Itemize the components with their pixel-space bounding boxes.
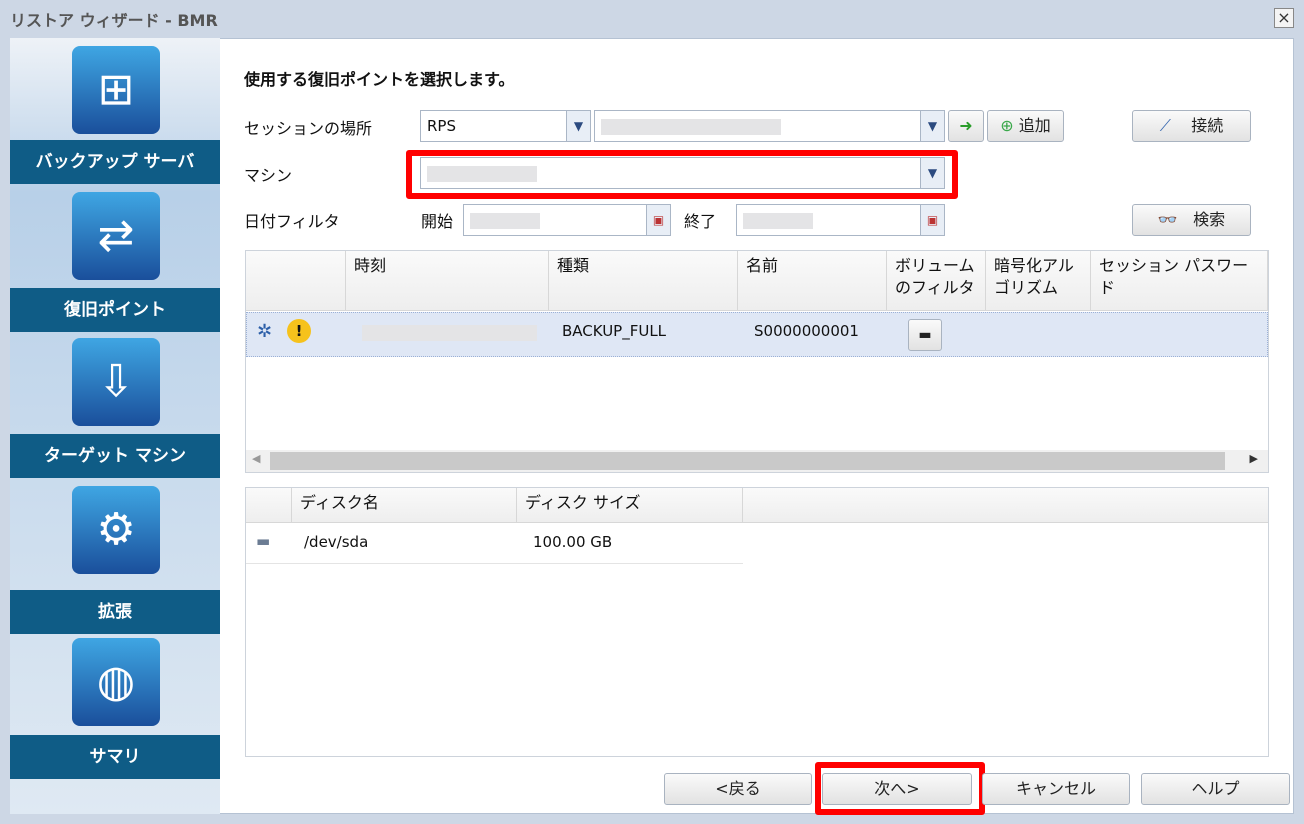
- col-disk-size[interactable]: ディスク サイズ: [517, 488, 743, 522]
- window-title: リストア ウィザード - BMR: [10, 11, 218, 30]
- start-label: 開始: [421, 212, 454, 231]
- date-filter-label: 日付フィルタ: [244, 212, 340, 231]
- arrow-right-icon: ➜: [959, 116, 973, 135]
- session-location-label: セッションの場所: [244, 119, 373, 138]
- calendar-icon[interactable]: ▣: [920, 205, 944, 235]
- search-button[interactable]: 👓 検索: [1132, 204, 1251, 236]
- col-disk-name[interactable]: ディスク名: [292, 488, 517, 522]
- plug-icon: ⟋: [1159, 116, 1171, 135]
- step-summary[interactable]: サマリ: [10, 735, 220, 779]
- binoculars-icon: 👓: [1157, 210, 1178, 229]
- col-encryption[interactable]: 暗号化アル ゴリズム: [986, 251, 1091, 310]
- step-recovery-point[interactable]: 復旧ポイント: [10, 288, 220, 332]
- disks-table: ディスク名 ディスク サイズ ▬ /dev/sda 100.00 GB: [245, 487, 1269, 757]
- machine-label: マシン: [244, 166, 293, 185]
- go-arrow-button[interactable]: ➜: [948, 110, 984, 142]
- plus-circle-icon: ⊕: [1000, 116, 1014, 135]
- start-date-field[interactable]: ▣: [463, 204, 671, 236]
- col-name[interactable]: 名前: [738, 251, 887, 310]
- arrows-exchange-icon: ⇄: [72, 192, 160, 280]
- cancel-button[interactable]: キャンセル: [982, 773, 1130, 805]
- connect-button[interactable]: ⟋ 接続: [1132, 110, 1251, 142]
- col-session-password[interactable]: セッション パスワー ド: [1091, 251, 1268, 310]
- page-heading: 使用する復旧ポイントを選択します。: [244, 70, 515, 89]
- row-type: BACKUP_FULL: [562, 322, 667, 340]
- col-time[interactable]: 時刻: [346, 251, 549, 310]
- globe-icon: ◍: [72, 638, 160, 726]
- highlight-box: [406, 150, 958, 199]
- highlight-box: [815, 762, 985, 815]
- chevron-down-icon[interactable]: ▼: [920, 111, 944, 141]
- recovery-point-icon: ✲: [257, 321, 273, 342]
- horizontal-scrollbar[interactable]: ◀ ▶: [246, 450, 1268, 472]
- col-type[interactable]: 種類: [549, 251, 738, 310]
- step-backup-server[interactable]: バックアップ サーバ: [10, 140, 220, 184]
- disk-size: 100.00 GB: [533, 533, 613, 551]
- disk-row[interactable]: ▬ /dev/sda 100.00 GB: [246, 524, 743, 564]
- volume-filter-button[interactable]: ▬: [908, 319, 942, 351]
- session-type-select[interactable]: RPS ▼: [420, 110, 591, 142]
- session-type-value: RPS: [427, 117, 456, 135]
- row-name: S0000000001: [754, 322, 859, 340]
- end-label: 終了: [684, 212, 717, 231]
- warning-icon: !: [287, 319, 311, 343]
- back-button[interactable]: <戻る: [664, 773, 812, 805]
- table-row[interactable]: ✲ ! BACKUP_FULL S0000000001 ▬: [246, 312, 1268, 357]
- add-button[interactable]: ⊕ 追加: [987, 110, 1064, 142]
- search-label: 検索: [1193, 210, 1226, 229]
- disk-icon: ▬: [918, 327, 932, 343]
- calendar-icon[interactable]: ▣: [646, 205, 670, 235]
- end-date-field[interactable]: ▣: [736, 204, 945, 236]
- server-select[interactable]: ▼: [594, 110, 945, 142]
- target-drive-icon: ⇩: [72, 338, 160, 426]
- wizard-steps: ⊞ バックアップ サーバ ⇄ 復旧ポイント ⇩ ターゲット マシン ⚙ 拡張 ◍…: [10, 38, 220, 814]
- col-volume-filter[interactable]: ボリューム のフィルタ: [887, 251, 986, 310]
- chevron-down-icon[interactable]: ▼: [566, 111, 590, 141]
- close-button[interactable]: ×: [1274, 8, 1294, 28]
- server-network-icon: ⊞: [72, 46, 160, 134]
- help-button[interactable]: ヘルプ: [1141, 773, 1290, 805]
- add-label: 追加: [1018, 116, 1051, 135]
- step-advanced[interactable]: 拡張: [10, 590, 220, 634]
- recovery-points-table: 時刻 種類 名前 ボリューム のフィルタ 暗号化アル ゴリズム セッション パス…: [245, 250, 1269, 473]
- scrollbar-thumb[interactable]: [270, 452, 1225, 470]
- connect-label: 接続: [1191, 116, 1224, 135]
- disk-name: /dev/sda: [304, 533, 369, 551]
- gears-icon: ⚙: [72, 486, 160, 574]
- disk-icon: ▬: [256, 532, 271, 550]
- step-target-machine[interactable]: ターゲット マシン: [10, 434, 220, 478]
